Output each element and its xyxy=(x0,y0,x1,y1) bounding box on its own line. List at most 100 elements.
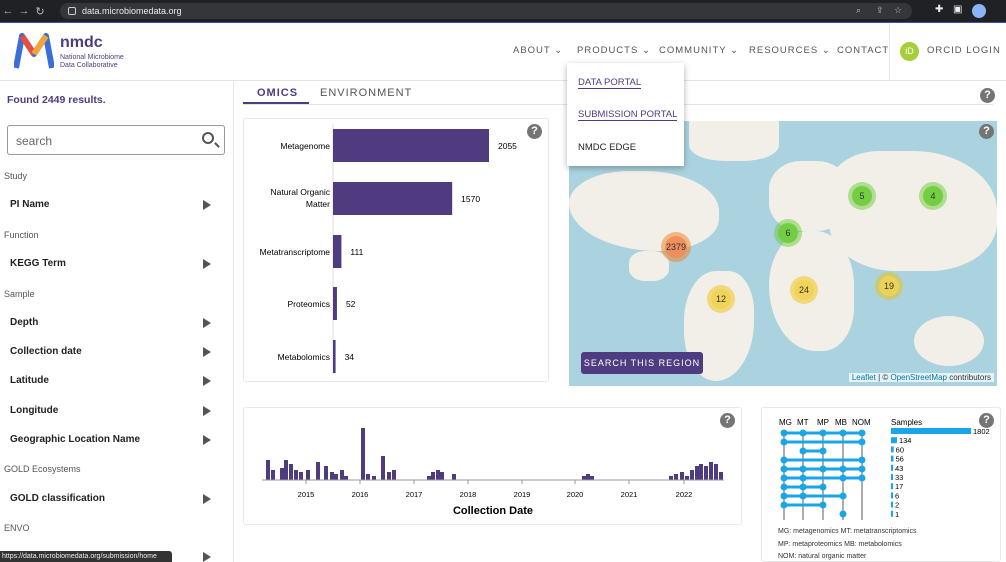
nav-resources[interactable]: RESOURCES ⌄ xyxy=(749,45,831,56)
zoom-icon[interactable]: ⌕ xyxy=(856,5,861,16)
omics-category-label: Metagenome xyxy=(280,141,330,151)
timeline-bar xyxy=(431,472,435,480)
osm-link[interactable]: OpenStreetMap xyxy=(890,373,946,382)
nav-community[interactable]: COMMUNITY ⌄ xyxy=(659,45,739,56)
search-input[interactable]: search xyxy=(7,125,225,155)
section-title-gold-ecosystems: GOLD Ecosystems xyxy=(4,464,81,474)
profile-avatar[interactable] xyxy=(972,4,986,18)
filter-kegg-term[interactable]: KEGG Term xyxy=(10,258,66,269)
upset-dot xyxy=(780,438,788,446)
section-title-function: Function xyxy=(4,230,39,240)
expand-arrow-icon[interactable] xyxy=(203,435,211,445)
map-cluster-marker[interactable]: 24 xyxy=(790,276,818,304)
search-this-region-button[interactable]: SEARCH THIS REGION xyxy=(581,352,703,374)
expand-arrow-icon[interactable] xyxy=(203,376,211,386)
upset-legend-line3: NOM: natural organic matter xyxy=(778,553,867,560)
upset-samples-label: Samples xyxy=(891,418,922,427)
upset-plot: MG MT MP MB NOM Samples 1802 1346056433317621 xyxy=(779,418,990,520)
sidepanel-icon[interactable]: ▣ xyxy=(953,4,962,15)
map-cluster-marker[interactable]: 19 xyxy=(875,272,903,300)
map-cluster-marker[interactable]: 12 xyxy=(707,285,735,313)
upset-size-bar xyxy=(891,428,971,434)
site-header: nmdc National Microbiome Data Collaborati… xyxy=(0,23,1006,81)
upset-dot xyxy=(799,483,807,491)
upset-dot xyxy=(780,474,788,482)
filter-latitude[interactable]: Latitude xyxy=(10,375,49,386)
upset-dot xyxy=(780,501,788,509)
filter-gold-classification[interactable]: GOLD classification xyxy=(10,493,105,504)
filter-collection-date[interactable]: Collection date xyxy=(10,346,82,357)
omics-category-label: Natural Organic xyxy=(270,187,330,197)
leaflet-link[interactable]: Leaflet xyxy=(852,373,876,382)
upset-size-bar xyxy=(891,464,893,471)
orcid-icon[interactable]: iD xyxy=(900,42,919,61)
bookmark-star-icon[interactable]: ☆ xyxy=(894,5,902,16)
extensions-icon[interactable]: ✚ xyxy=(935,4,943,15)
timeline-bar xyxy=(714,464,718,480)
nav-resources-label: RESOURCES xyxy=(749,45,819,56)
nmdc-logo-icon[interactable] xyxy=(14,32,54,72)
expand-arrow-icon[interactable] xyxy=(203,200,211,210)
chevron-down-icon: ⌄ xyxy=(641,45,651,56)
expand-arrow-icon[interactable] xyxy=(203,552,211,562)
upset-count-label: 134 xyxy=(899,436,912,445)
reload-icon[interactable]: ↻ xyxy=(32,5,48,18)
nav-products[interactable]: PRODUCTS ⌄ xyxy=(577,45,651,56)
menu-item-data-portal[interactable]: DATA PORTAL xyxy=(578,77,642,89)
timeline-bar xyxy=(324,466,328,480)
tab-environment[interactable]: ENVIRONMENT xyxy=(320,87,412,99)
upset-size-bar xyxy=(891,455,894,462)
chevron-down-icon: ⌄ xyxy=(730,45,740,56)
timeline-bar xyxy=(344,476,348,480)
tab-omics[interactable]: OMICS xyxy=(257,87,298,99)
timeline-bar xyxy=(387,472,391,480)
omics-bar xyxy=(333,235,342,268)
chevron-down-icon: ⌄ xyxy=(821,45,831,56)
map-cluster-marker[interactable]: 6 xyxy=(774,219,802,247)
timeline-bar xyxy=(294,470,298,480)
map-cluster-marker[interactable]: 5 xyxy=(848,182,876,210)
search-icon[interactable] xyxy=(202,132,214,144)
upset-dot xyxy=(839,465,847,473)
menu-item-submission-portal[interactable]: SUBMISSION PORTAL xyxy=(578,109,678,121)
expand-arrow-icon[interactable] xyxy=(203,494,211,504)
help-icon[interactable]: ? xyxy=(980,88,995,103)
help-icon[interactable]: ? xyxy=(527,124,542,139)
upset-dot xyxy=(858,438,866,446)
omics-bar xyxy=(333,340,336,373)
map-cluster-marker[interactable]: 2379 xyxy=(661,232,691,262)
back-icon[interactable]: ← xyxy=(0,5,16,17)
omics-value-label: 34 xyxy=(345,352,355,362)
url-text: data.microbiomedata.org xyxy=(82,6,182,16)
filter-geographic-location-name[interactable]: Geographic Location Name xyxy=(10,434,140,445)
filter-pi-name[interactable]: PI Name xyxy=(10,199,49,210)
address-bar[interactable]: data.microbiomedata.org ⌕ ⇪ ☆ xyxy=(60,3,912,19)
orcid-login-link[interactable]: ORCID LOGIN xyxy=(927,45,1001,56)
timeline-bar xyxy=(299,472,303,480)
map-cluster-marker[interactable]: 4 xyxy=(919,182,947,210)
share-icon[interactable]: ⇪ xyxy=(876,5,884,16)
expand-arrow-icon[interactable] xyxy=(203,347,211,357)
logo-subtitle-line2: Data Collaborative xyxy=(60,62,118,69)
nav-contact[interactable]: CONTACT xyxy=(837,45,889,56)
omics-bar-chart: Metagenome 2055 Natural Organic Matter 1570 M… xyxy=(260,124,517,374)
help-icon[interactable]: ? xyxy=(979,413,994,428)
menu-item-nmdc-edge[interactable]: NMDC EDGE xyxy=(578,142,636,153)
filter-longitude[interactable]: Longitude xyxy=(10,405,58,416)
upset-dot xyxy=(819,447,827,455)
section-title-envo: ENVO xyxy=(4,523,30,533)
timeline-bar xyxy=(271,470,275,480)
upset-column-label: MB xyxy=(835,418,847,427)
nav-about[interactable]: ABOUT ⌄ xyxy=(513,45,563,56)
expand-arrow-icon[interactable] xyxy=(203,259,211,269)
forward-icon[interactable]: → xyxy=(16,5,32,17)
expand-arrow-icon[interactable] xyxy=(203,406,211,416)
timeline-bar xyxy=(340,470,344,480)
timeline-bar xyxy=(699,464,703,480)
expand-arrow-icon[interactable] xyxy=(203,318,211,328)
upset-dot xyxy=(858,465,866,473)
help-icon[interactable]: ? xyxy=(720,413,735,428)
help-icon[interactable]: ? xyxy=(979,124,994,139)
search-placeholder: search xyxy=(16,134,53,148)
filter-depth[interactable]: Depth xyxy=(10,317,38,328)
